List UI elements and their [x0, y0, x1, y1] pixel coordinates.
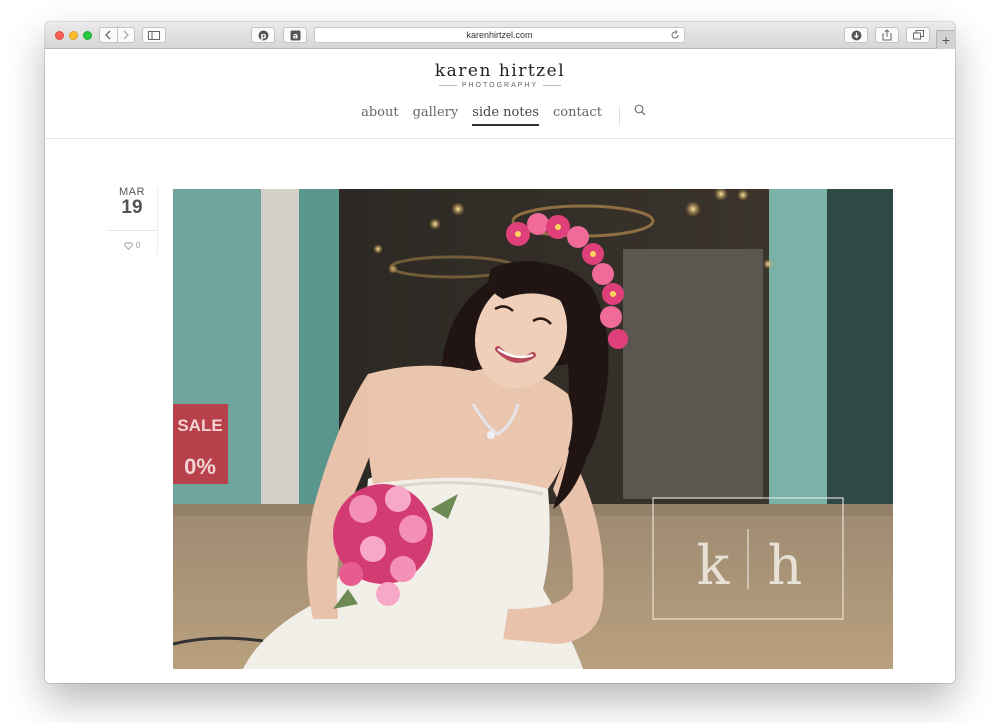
share-icon — [882, 29, 892, 41]
store-window-display — [623, 249, 763, 499]
nav-separator — [618, 106, 620, 125]
amazon-icon: a — [290, 30, 300, 40]
sidebar-icon — [148, 30, 160, 40]
logo-subtitle: PHOTOGRAPHY — [45, 82, 955, 89]
sidebar-button[interactable] — [142, 27, 166, 43]
torso — [366, 365, 573, 489]
download-icon — [851, 30, 861, 40]
teal-pillar-right — [769, 189, 827, 529]
address-text: karenhirtzel.com — [466, 30, 533, 40]
post-photo[interactable]: SALE 0% k h — [173, 189, 893, 669]
date-column-border — [157, 188, 158, 254]
sale-sign-text: SALE — [177, 416, 222, 435]
logo-subtitle-text: PHOTOGRAPHY — [461, 82, 539, 89]
history-buttons — [99, 27, 135, 43]
svg-text:p: p — [260, 31, 266, 40]
logo-divider-right — [543, 85, 562, 86]
watermark-letter-h: h — [768, 534, 803, 597]
new-tab-button[interactable]: + — [936, 30, 955, 49]
svg-text:a: a — [292, 31, 297, 40]
photo-illustration: SALE 0% k h — [173, 189, 893, 669]
pinterest-icon: p — [258, 30, 268, 40]
back-button[interactable] — [100, 28, 117, 42]
logo-divider-left — [438, 85, 457, 86]
minimize-window-button[interactable] — [69, 31, 78, 40]
share-button[interactable] — [875, 27, 899, 43]
forward-icon — [123, 30, 129, 40]
new-tab-icon: + — [941, 32, 951, 48]
address-bar[interactable]: karenhirtzel.com — [314, 27, 685, 43]
browser-toolbar: p a karenhirtzel.com + — [45, 22, 955, 49]
teal-panel-right — [827, 189, 893, 519]
logo-name: karen hirtzel — [434, 61, 566, 81]
pillar-left — [261, 189, 299, 509]
site-header: karen hirtzel PHOTOGRAPHY about gallery … — [45, 49, 955, 139]
date-divider — [107, 230, 157, 231]
downloads-button[interactable] — [844, 27, 868, 43]
forward-button[interactable] — [116, 28, 135, 42]
pinterest-button[interactable]: p — [251, 27, 275, 43]
zoom-window-button[interactable] — [83, 31, 92, 40]
back-icon — [105, 30, 111, 40]
sale-sign-percent: 0% — [184, 454, 216, 479]
main-nav: about gallery side notes contact — [45, 103, 955, 126]
watermark-letter-k: k — [697, 534, 731, 597]
post-date-day: 19 — [121, 197, 143, 218]
like-count: 0 — [135, 241, 141, 250]
like-button[interactable]: 0 — [107, 241, 157, 250]
site-logo[interactable]: karen hirtzel PHOTOGRAPHY — [45, 61, 955, 89]
nav-contact[interactable]: contact — [553, 105, 602, 126]
tabs-overview-button[interactable] — [906, 27, 930, 43]
post-date: MAR 19 — [107, 186, 157, 218]
close-window-button[interactable] — [55, 31, 64, 40]
tabs-icon — [912, 30, 924, 40]
browser-window: p a karenhirtzel.com + karen hirtzel PHO… — [45, 22, 955, 683]
reload-icon[interactable] — [670, 30, 680, 40]
nav-side-notes[interactable]: side notes — [472, 105, 539, 126]
nav-gallery[interactable]: gallery — [413, 105, 459, 126]
amazon-button[interactable]: a — [283, 27, 307, 43]
search-button[interactable] — [634, 103, 646, 121]
nav-about[interactable]: about — [361, 105, 399, 126]
heart-icon — [124, 241, 133, 250]
search-icon — [634, 104, 646, 115]
